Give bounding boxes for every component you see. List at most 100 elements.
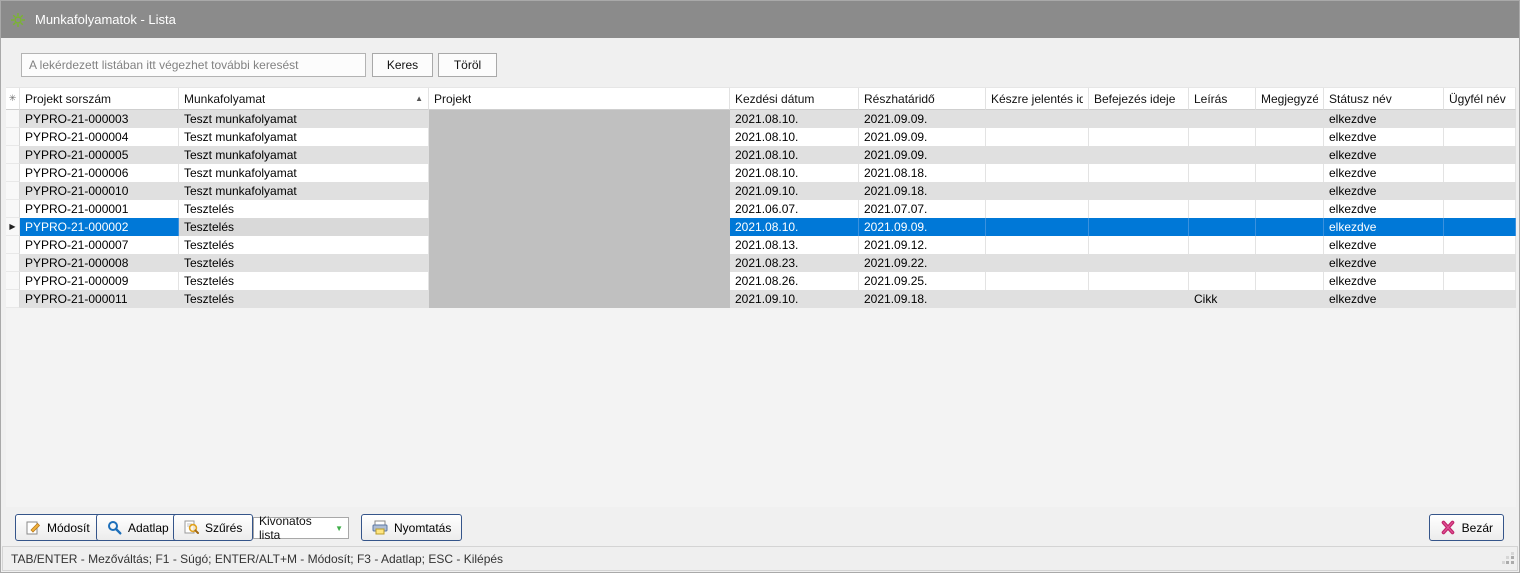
column-header-keszre[interactable]: Készre jelentés ideje: [986, 88, 1089, 110]
column-header-statusz[interactable]: Státusz név: [1324, 88, 1444, 110]
cell-projekt[interactable]: [429, 146, 730, 164]
column-header-projekt[interactable]: Projekt: [429, 88, 730, 110]
cell-reszhatarido[interactable]: 2021.08.18.: [859, 164, 986, 182]
modify-button[interactable]: Módosít: [15, 514, 101, 541]
cell-kezdesi[interactable]: 2021.08.10.: [730, 164, 859, 182]
cell-megjegyzes[interactable]: [1256, 272, 1324, 290]
cell-befejezes[interactable]: [1089, 272, 1189, 290]
close-button[interactable]: Bezár: [1429, 514, 1504, 541]
table-row[interactable]: PYPRO-21-000008Tesztelés2021.08.23.2021.…: [6, 254, 1516, 272]
cell-keszre[interactable]: [986, 218, 1089, 236]
cell-kezdesi[interactable]: 2021.06.07.: [730, 200, 859, 218]
cell-befejezes[interactable]: [1089, 146, 1189, 164]
cell-reszhatarido[interactable]: 2021.09.09.: [859, 218, 986, 236]
cell-kezdesi[interactable]: 2021.08.10.: [730, 218, 859, 236]
column-header-munkafolyamat[interactable]: Munkafolyamat▲: [179, 88, 429, 110]
cell-keszre[interactable]: [986, 146, 1089, 164]
cell-reszhatarido[interactable]: 2021.09.18.: [859, 182, 986, 200]
cell-sorszam[interactable]: PYPRO-21-000009: [20, 272, 179, 290]
cell-munkafolyamat[interactable]: Tesztelés: [179, 200, 429, 218]
cell-leiras[interactable]: [1189, 182, 1256, 200]
cell-indicator[interactable]: [6, 290, 20, 308]
cell-befejezes[interactable]: [1089, 236, 1189, 254]
cell-indicator[interactable]: [6, 110, 20, 128]
cell-keszre[interactable]: [986, 254, 1089, 272]
print-button[interactable]: Nyomtatás: [361, 514, 462, 541]
cell-befejezes[interactable]: [1089, 110, 1189, 128]
search-button[interactable]: Keres: [372, 53, 433, 77]
table-row[interactable]: PYPRO-21-000009Tesztelés2021.08.26.2021.…: [6, 272, 1516, 290]
cell-projekt[interactable]: [429, 200, 730, 218]
table-row[interactable]: PYPRO-21-000001Tesztelés2021.06.07.2021.…: [6, 200, 1516, 218]
cell-leiras[interactable]: [1189, 218, 1256, 236]
cell-munkafolyamat[interactable]: Tesztelés: [179, 236, 429, 254]
table-row[interactable]: PYPRO-21-000006Teszt munkafolyamat 2021.0…: [6, 164, 1516, 182]
cell-sorszam[interactable]: PYPRO-21-000011: [20, 290, 179, 308]
cell-munkafolyamat[interactable]: Tesztelés: [179, 272, 429, 290]
cell-ugyfel[interactable]: [1444, 164, 1516, 182]
cell-ugyfel[interactable]: [1444, 272, 1516, 290]
cell-befejezes[interactable]: [1089, 128, 1189, 146]
cell-leiras[interactable]: [1189, 146, 1256, 164]
table-row[interactable]: PYPRO-21-000010Teszt munkafolyamat2021.0…: [6, 182, 1516, 200]
cell-statusz[interactable]: elkezdve: [1324, 236, 1444, 254]
cell-indicator[interactable]: [6, 200, 20, 218]
cell-projekt[interactable]: [429, 254, 730, 272]
cell-projekt[interactable]: [429, 272, 730, 290]
cell-megjegyzes[interactable]: [1256, 182, 1324, 200]
column-header-indicator[interactable]: ✳: [6, 88, 20, 110]
row-pointer-icon[interactable]: ▶: [6, 218, 20, 236]
cell-projekt[interactable]: [429, 218, 730, 236]
cell-befejezes[interactable]: [1089, 218, 1189, 236]
cell-keszre[interactable]: [986, 200, 1089, 218]
cell-indicator[interactable]: [6, 254, 20, 272]
cell-megjegyzes[interactable]: [1256, 218, 1324, 236]
cell-statusz[interactable]: elkezdve: [1324, 110, 1444, 128]
cell-statusz[interactable]: elkezdve: [1324, 290, 1444, 308]
cell-munkafolyamat[interactable]: Teszt munkafolyamat: [179, 164, 429, 182]
cell-indicator[interactable]: [6, 128, 20, 146]
cell-kezdesi[interactable]: 2021.09.10.: [730, 290, 859, 308]
cell-munkafolyamat[interactable]: Tesztelés: [179, 218, 429, 236]
cell-reszhatarido[interactable]: 2021.07.07.: [859, 200, 986, 218]
cell-megjegyzes[interactable]: [1256, 290, 1324, 308]
cell-kezdesi[interactable]: 2021.08.26.: [730, 272, 859, 290]
cell-ugyfel[interactable]: [1444, 110, 1516, 128]
cell-megjegyzes[interactable]: [1256, 146, 1324, 164]
cell-statusz[interactable]: elkezdve: [1324, 164, 1444, 182]
cell-megjegyzes[interactable]: [1256, 164, 1324, 182]
cell-statusz[interactable]: elkezdve: [1324, 254, 1444, 272]
cell-keszre[interactable]: [986, 272, 1089, 290]
column-header-leiras[interactable]: Leírás: [1189, 88, 1256, 110]
cell-leiras[interactable]: [1189, 128, 1256, 146]
cell-projekt[interactable]: [429, 290, 730, 308]
cell-kezdesi[interactable]: 2021.08.13.: [730, 236, 859, 254]
cell-megjegyzes[interactable]: [1256, 200, 1324, 218]
cell-projekt[interactable]: [429, 236, 730, 254]
list-type-select[interactable]: Kivonatos lista ▼: [253, 517, 349, 539]
cell-statusz[interactable]: elkezdve: [1324, 218, 1444, 236]
cell-befejezes[interactable]: [1089, 182, 1189, 200]
column-header-reszhatarido[interactable]: Részhatáridő: [859, 88, 986, 110]
table-row[interactable]: PYPRO-21-000004Teszt munkafolyamat2021.0…: [6, 128, 1516, 146]
cell-leiras[interactable]: Cikk: [1189, 290, 1256, 308]
cell-munkafolyamat[interactable]: Tesztelés: [179, 290, 429, 308]
cell-sorszam[interactable]: PYPRO-21-000007: [20, 236, 179, 254]
table-row[interactable]: PYPRO-21-000003Teszt munkafolyamat2021.0…: [6, 110, 1516, 128]
cell-projekt[interactable]: [429, 128, 730, 146]
cell-munkafolyamat[interactable]: Teszt munkafolyamat: [179, 128, 429, 146]
cell-sorszam[interactable]: PYPRO-21-000005: [20, 146, 179, 164]
clear-search-button[interactable]: Töröl: [438, 53, 497, 77]
cell-munkafolyamat[interactable]: Tesztelés: [179, 254, 429, 272]
filter-button[interactable]: Szűrés: [173, 514, 253, 541]
resize-grip-icon[interactable]: [1502, 552, 1515, 568]
cell-projekt[interactable]: [429, 182, 730, 200]
cell-sorszam[interactable]: PYPRO-21-000006: [20, 164, 179, 182]
cell-projekt[interactable]: [429, 110, 730, 128]
cell-ugyfel[interactable]: [1444, 254, 1516, 272]
cell-kezdesi[interactable]: 2021.08.23.: [730, 254, 859, 272]
cell-sorszam[interactable]: PYPRO-21-000008: [20, 254, 179, 272]
cell-keszre[interactable]: [986, 164, 1089, 182]
cell-sorszam[interactable]: PYPRO-21-000010: [20, 182, 179, 200]
cell-befejezes[interactable]: [1089, 164, 1189, 182]
